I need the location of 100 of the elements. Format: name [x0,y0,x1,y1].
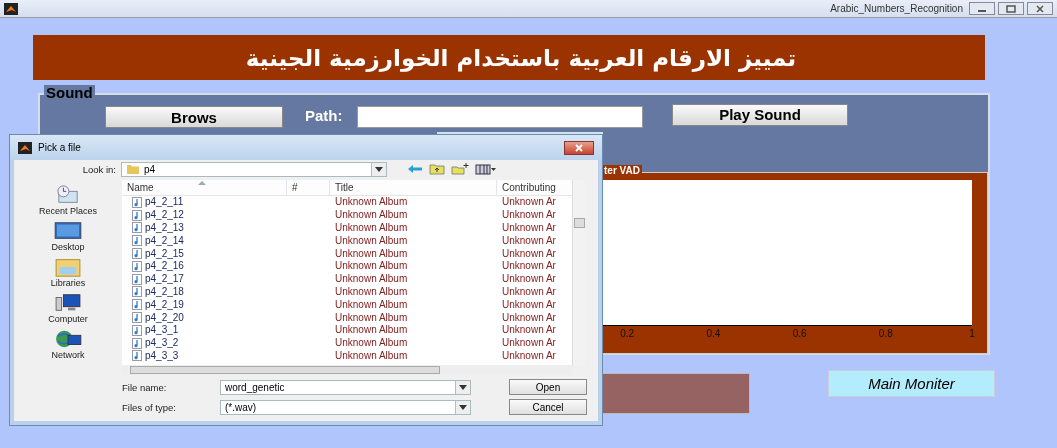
audio-file-icon [132,337,142,349]
file-name[interactable]: p4_2_16 [122,260,287,273]
file-name-dropdown[interactable]: word_genetic [220,379,471,395]
table-cell-text: Unknown Ar [501,285,557,299]
place-item[interactable]: Desktop [51,220,85,252]
file-name[interactable]: p4_2_13 [122,221,287,235]
table-cell-text: Unknown Album [334,260,409,273]
maximize-icon [1006,4,1016,13]
minimize-button[interactable] [969,2,995,15]
audio-file-icon [132,324,142,336]
table-cell-text: Unknown Ar [501,336,557,350]
column-header[interactable]: Name [122,180,287,195]
table-cell-text: Unknown Ar [501,221,557,235]
close-button[interactable] [564,140,594,155]
tick-label: 0.4 [706,328,721,339]
look-in-dropdown[interactable]: p4 [121,161,387,177]
browse-button[interactable]: Brows [105,106,283,128]
audio-file-icon [132,235,142,247]
folder-icon [126,163,140,175]
table-cell-text: Unknown Album [334,311,409,324]
file-name[interactable]: p4_2_11 [122,196,287,209]
file-name[interactable]: p4_2_12 [122,208,287,222]
file-name[interactable]: p4_2_17 [122,272,287,286]
table-cell-text: Unknown Ar [501,196,557,209]
dialog-title: Pick a file [38,142,81,153]
table-cell-text: Unknown Ar [501,311,557,324]
audio-file-icon [132,286,142,298]
folder-icon [52,256,84,278]
table-cell-text: Unknown Ar [501,234,557,248]
place-item[interactable]: Libraries [50,256,86,288]
dropdown-arrow-icon [459,404,467,410]
file-name[interactable]: p4_3_3 [122,349,287,363]
tick-label: 0.6 [792,328,807,339]
place-item[interactable]: Recent Places [39,184,97,216]
table-cell-text: Unknown Ar [501,208,557,222]
view-menu-icon[interactable] [475,163,497,175]
main-monitor-button[interactable]: Main Moniter [828,370,995,397]
look-in-label: Look in: [81,163,117,175]
tick-label: 0.8 [878,328,893,339]
back-arrow-icon[interactable] [407,163,423,175]
audio-file-icon [132,260,142,272]
table-cell-text: Unknown Album [334,323,409,337]
sort-caret-icon [198,181,206,185]
table-cell-text: Unknown Ar [501,298,557,312]
table-cell-text: Unknown Ar [501,272,557,286]
app-icon [4,2,18,15]
close-icon [574,143,584,152]
table-cell-text: Unknown Album [334,298,409,312]
table-cell-text: Unknown Ar [501,323,557,337]
table-cell-text: Unknown Album [334,349,409,363]
open-button[interactable]: Open [509,379,587,395]
audio-file-icon [132,248,142,260]
file-name[interactable]: p4_2_14 [122,234,287,248]
column-header[interactable]: Title [330,180,497,195]
audio-file-icon [132,350,142,362]
file-name[interactable]: p4_3_1 [122,323,287,337]
tick-label: 1 [969,328,975,339]
audio-file-icon [132,299,142,311]
path-field[interactable] [357,105,643,128]
folder-up-icon[interactable] [429,163,445,175]
new-folder-icon[interactable] [451,163,469,175]
audio-file-icon [132,222,142,234]
computer-icon [52,292,84,314]
table-cell-text: Unknown Ar [501,260,557,273]
file-name[interactable]: p4_3_2 [122,336,287,350]
file-name[interactable]: p4_2_20 [122,311,287,324]
monitor-icon [52,220,84,242]
place-item[interactable]: Network [51,328,85,360]
dropdown-arrow-icon [459,384,467,390]
tick-label: 0.2 [620,328,635,339]
file-name[interactable]: p4_2_19 [122,298,287,312]
maximize-button[interactable] [998,2,1024,15]
table-cell-text: Unknown Album [334,285,409,299]
dropdown-arrow-icon [375,166,383,172]
file-name[interactable]: p4_2_18 [122,285,287,299]
column-header[interactable]: Contributing [497,180,572,195]
file-name-label: File name: [122,381,168,393]
file-name[interactable]: p4_2_15 [122,247,287,260]
play-sound-button[interactable]: Play Sound [672,103,848,126]
banner-title: تمييز الارقام العربية باستخدام الخوارزمية الجينية [245,44,797,71]
table-cell-text: Unknown Ar [501,247,557,260]
app-icon [18,141,32,154]
panel-label: ter VAD [602,165,642,176]
panel-label: Sound [44,85,95,101]
audio-file-icon [132,312,142,324]
table-cell-text: Unknown Album [334,247,409,260]
table-cell-text: Unknown Album [334,196,409,209]
table-cell-text: Unknown Album [334,234,409,248]
close-button[interactable] [1027,2,1053,15]
table-cell-text: Unknown Album [334,221,409,235]
window-title: Arabic_Numbers_Recognition [830,3,963,14]
table-cell-text: Unknown Ar [501,349,557,363]
place-item[interactable]: Computer [48,292,88,324]
audio-file-icon [132,209,142,221]
audio-file-icon [132,273,142,285]
table-cell-text: Unknown Album [334,336,409,350]
cancel-button[interactable]: Cancel [509,399,587,415]
column-header[interactable]: # [287,180,330,195]
table-cell-text: Unknown Album [334,208,409,222]
file-type-dropdown[interactable]: (*.wav) [220,399,471,415]
